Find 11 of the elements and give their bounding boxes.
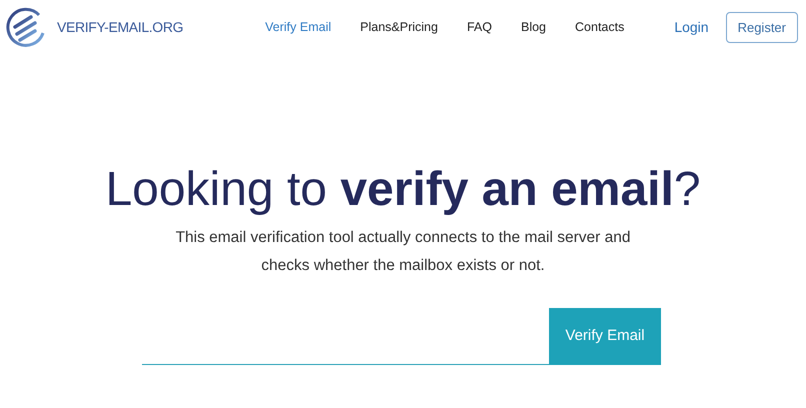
login-link[interactable]: Login bbox=[674, 17, 709, 38]
nav-link[interactable]: FAQ bbox=[466, 18, 492, 37]
nav-link[interactable]: Blog bbox=[520, 18, 546, 37]
register-button[interactable]: Register bbox=[726, 12, 798, 43]
headline: Looking to verify an email? bbox=[105, 162, 701, 218]
nav-link[interactable]: Verify Email bbox=[265, 18, 332, 37]
nav-link[interactable]: Contacts bbox=[575, 18, 624, 37]
logo-text: VERIFY-EMAIL.ORG bbox=[57, 18, 184, 37]
nav-link[interactable]: Plans&Pricing bbox=[360, 18, 438, 37]
subtitle: This email verification tool actually connects to the mail server and checks whether the mailbox exists or not. bbox=[174, 228, 632, 276]
logo-icon bbox=[5, 6, 47, 48]
